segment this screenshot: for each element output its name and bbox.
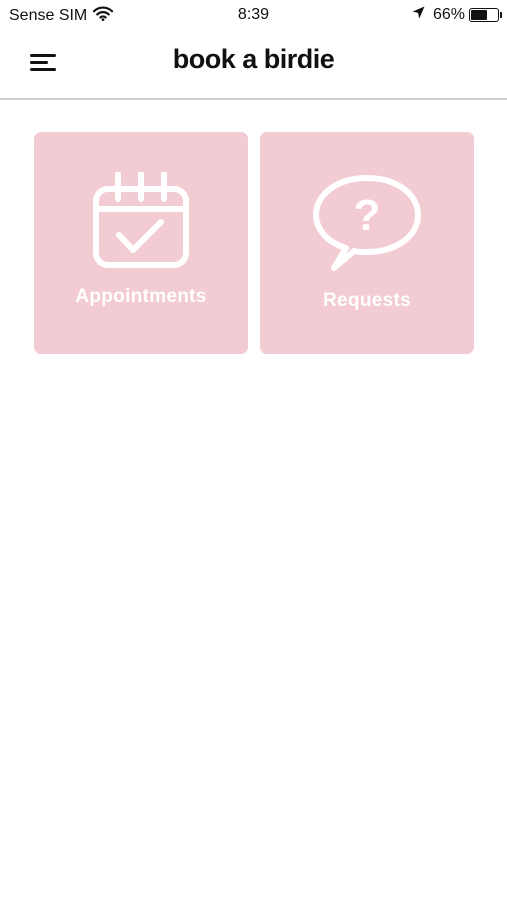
requests-label: Requests bbox=[323, 290, 411, 311]
app-title: book a birdie bbox=[172, 44, 335, 74]
status-bar: Sense SIM 8:39 66% bbox=[0, 0, 507, 30]
location-arrow-icon bbox=[412, 6, 425, 24]
appointments-label: Appointments bbox=[75, 286, 207, 307]
battery-percent: 66% bbox=[432, 6, 465, 23]
battery-level-fill bbox=[471, 10, 487, 20]
status-right: 66% bbox=[412, 6, 502, 24]
calendar-check-icon bbox=[93, 172, 189, 268]
appointments-tile[interactable]: Appointments bbox=[34, 132, 248, 354]
navigation-bar: book a birdie bbox=[0, 30, 507, 100]
requests-tile[interactable]: ? Requests bbox=[260, 132, 474, 354]
question-speech-bubble-icon: ? bbox=[313, 175, 421, 271]
battery-icon bbox=[469, 8, 502, 22]
svg-text:?: ? bbox=[354, 191, 381, 240]
